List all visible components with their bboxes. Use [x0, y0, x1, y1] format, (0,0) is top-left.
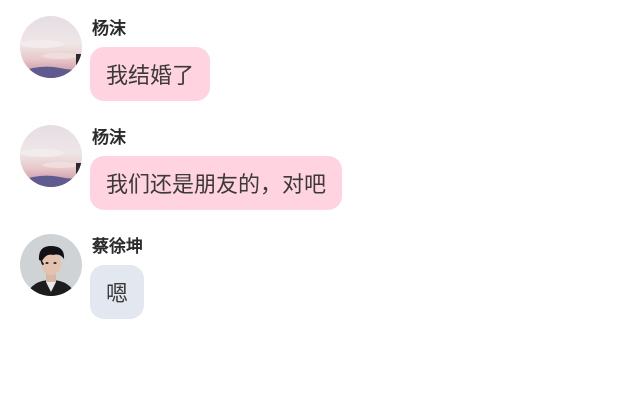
sender-name: 杨沫 [92, 128, 126, 148]
person-portrait-icon [20, 234, 82, 296]
chat-window: 杨沫 我结婚了 杨沫 我们还是朋友的，对吧 蔡徐坤 嗯 [0, 0, 640, 402]
sender-avatar[interactable] [20, 125, 82, 187]
message-item: 蔡徐坤 嗯 [20, 234, 145, 319]
sunset-sky-icon [20, 16, 82, 78]
sender-avatar[interactable] [20, 234, 82, 296]
message-bubble[interactable]: 嗯 [90, 265, 145, 319]
message-bubble[interactable]: 我结婚了 [90, 47, 211, 101]
message-item: 杨沫 我们还是朋友的，对吧 [20, 125, 343, 210]
sender-name: 蔡徐坤 [92, 237, 143, 257]
sunset-sky-icon [20, 125, 82, 187]
sender-name: 杨沫 [92, 19, 126, 39]
message-item: 杨沫 我结婚了 [20, 16, 211, 101]
sender-avatar[interactable] [20, 16, 82, 78]
message-bubble[interactable]: 我们还是朋友的，对吧 [90, 156, 343, 210]
